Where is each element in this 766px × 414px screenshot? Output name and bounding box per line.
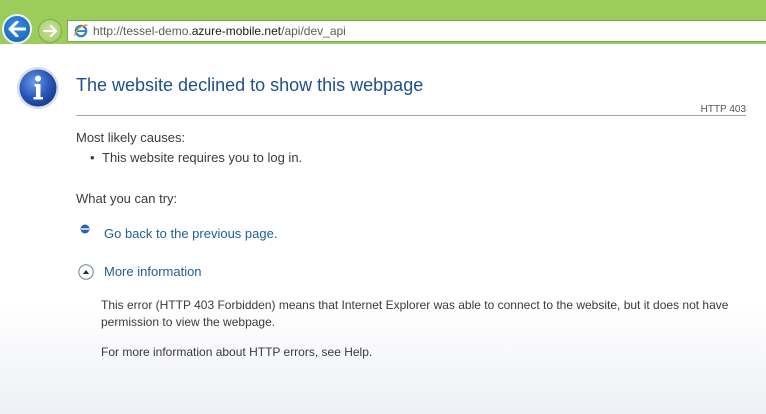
- internet-explorer-icon: [73, 24, 88, 38]
- url-text: http://tessel-demo.azure-mobile.net/api/…: [93, 24, 346, 38]
- url-host: azure-mobile.net: [191, 24, 282, 38]
- error-page: The website declined to show this webpag…: [0, 44, 766, 414]
- error-description: This error (HTTP 403 Forbidden) means th…: [101, 298, 729, 329]
- help-note: For more information about HTTP errors, …: [101, 345, 373, 359]
- browser-toolbar: http://tessel-demo.azure-mobile.net/api/…: [0, 0, 766, 44]
- url-prefix: http://tessel-demo.: [93, 24, 192, 38]
- info-icon: [17, 67, 59, 109]
- cause-text: This website requires you to log in.: [102, 150, 303, 165]
- link-bullet-icon: [80, 224, 90, 234]
- divider: [76, 115, 746, 116]
- arrow-left-icon: [8, 21, 26, 37]
- more-information-link[interactable]: More information: [104, 264, 202, 279]
- cause-item: • This website requires you to log in.: [90, 150, 303, 165]
- url-path: /api/dev_api: [281, 24, 346, 38]
- status-code: HTTP 403: [700, 104, 746, 115]
- forward-button[interactable]: [38, 19, 62, 43]
- collapse-toggle-icon[interactable]: [78, 264, 94, 280]
- try-heading: What you can try:: [76, 191, 178, 206]
- causes-heading: Most likely causes:: [76, 130, 186, 145]
- go-back-link[interactable]: Go back to the previous page.: [104, 226, 277, 241]
- arrow-right-icon: [43, 25, 57, 37]
- bullet: •: [90, 150, 95, 165]
- back-button[interactable]: [2, 14, 32, 44]
- page-title: The website declined to show this webpag…: [76, 75, 424, 95]
- address-bar[interactable]: http://tessel-demo.azure-mobile.net/api/…: [67, 20, 766, 42]
